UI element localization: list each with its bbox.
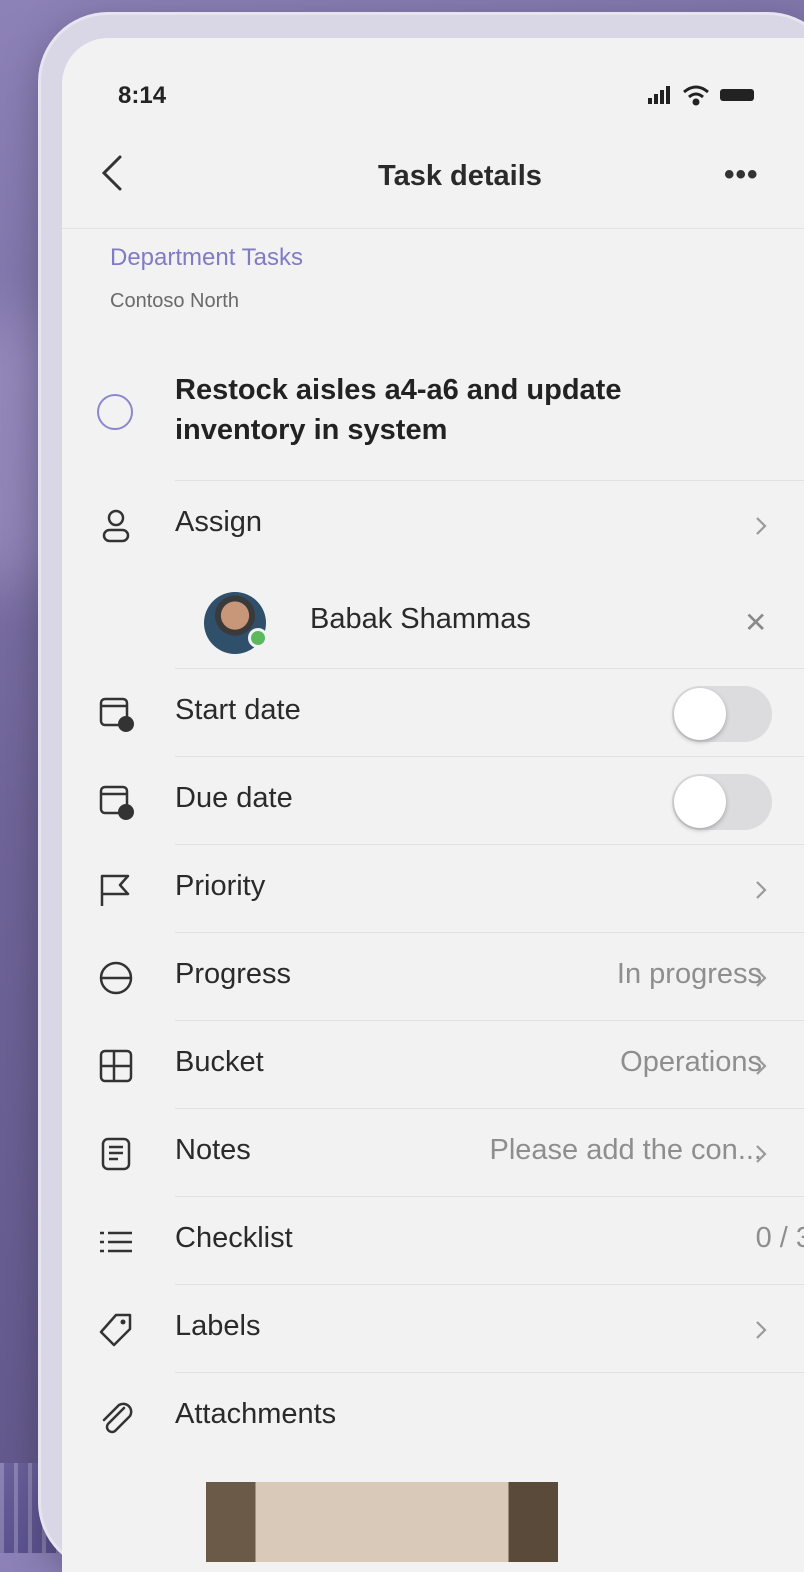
status-icons bbox=[648, 85, 754, 106]
notes-value: Please add the con... bbox=[489, 1134, 762, 1166]
divider bbox=[175, 1372, 804, 1373]
progress-value: In progress bbox=[616, 958, 762, 990]
chevron-right-icon bbox=[756, 517, 767, 535]
labels-label: Labels bbox=[175, 1310, 261, 1342]
bucket-label: Bucket bbox=[175, 1046, 264, 1078]
tag-icon bbox=[99, 1313, 132, 1347]
board-icon bbox=[99, 1049, 133, 1083]
toggle-knob bbox=[674, 776, 726, 828]
start-date-label: Start date bbox=[175, 694, 301, 726]
task-title[interactable]: Restock aisles a4-a6 and update inventor… bbox=[175, 370, 735, 450]
remove-assignee-icon[interactable]: ✕ bbox=[744, 606, 767, 639]
signal-icon bbox=[648, 86, 670, 104]
more-horizontal-icon[interactable]: ••• bbox=[724, 158, 759, 192]
app-screen: 8:14 Task details ••• Department Tasks C… bbox=[62, 38, 804, 1572]
start-date-toggle[interactable] bbox=[672, 686, 772, 742]
divider bbox=[175, 932, 804, 933]
divider bbox=[175, 1284, 804, 1285]
due-date-toggle[interactable] bbox=[672, 774, 772, 830]
toggle-knob bbox=[674, 688, 726, 740]
chevron-right-icon bbox=[756, 1057, 767, 1075]
wifi-icon bbox=[683, 85, 709, 106]
group-name: Contoso North bbox=[110, 290, 239, 312]
divider bbox=[175, 844, 804, 845]
calendar-clock-icon bbox=[99, 697, 134, 732]
checklist-label: Checklist bbox=[175, 1222, 293, 1254]
plan-name-link[interactable]: Department Tasks bbox=[110, 244, 303, 272]
person-icon bbox=[102, 509, 130, 543]
progress-circle-icon bbox=[99, 961, 133, 995]
assignee-name: Babak Shammas bbox=[310, 603, 531, 635]
checklist-count: 0 / 3 bbox=[755, 1222, 804, 1254]
due-date-label: Due date bbox=[175, 782, 293, 814]
divider bbox=[175, 1020, 804, 1021]
notes-label: Notes bbox=[175, 1134, 251, 1166]
page-title: Task details bbox=[378, 160, 542, 192]
list-icon bbox=[100, 1231, 132, 1253]
divider bbox=[175, 1196, 804, 1197]
attachment-thumbnail[interactable] bbox=[206, 1482, 558, 1562]
attachments-label: Attachments bbox=[175, 1398, 337, 1430]
chevron-right-icon bbox=[756, 969, 767, 987]
divider bbox=[175, 480, 804, 481]
battery-icon bbox=[720, 89, 754, 101]
presence-badge bbox=[248, 628, 268, 648]
complete-task-checkbox[interactable] bbox=[97, 394, 133, 430]
calendar-check-icon bbox=[99, 785, 134, 820]
divider bbox=[175, 756, 804, 757]
phone-frame: 8:14 Task details ••• Department Tasks C… bbox=[38, 12, 804, 1572]
status-time: 8:14 bbox=[118, 82, 167, 109]
priority-label: Priority bbox=[175, 870, 266, 902]
bucket-value: Operations bbox=[620, 1046, 762, 1078]
divider bbox=[175, 1108, 804, 1109]
assign-label: Assign bbox=[175, 506, 263, 538]
chevron-right-icon bbox=[756, 1145, 767, 1163]
notes-icon bbox=[101, 1137, 131, 1171]
chevron-right-icon bbox=[756, 1321, 767, 1339]
flag-icon bbox=[100, 874, 130, 906]
paperclip-icon bbox=[102, 1402, 133, 1434]
divider bbox=[175, 668, 804, 669]
chevron-right-icon bbox=[756, 881, 767, 899]
progress-label: Progress bbox=[175, 958, 292, 990]
